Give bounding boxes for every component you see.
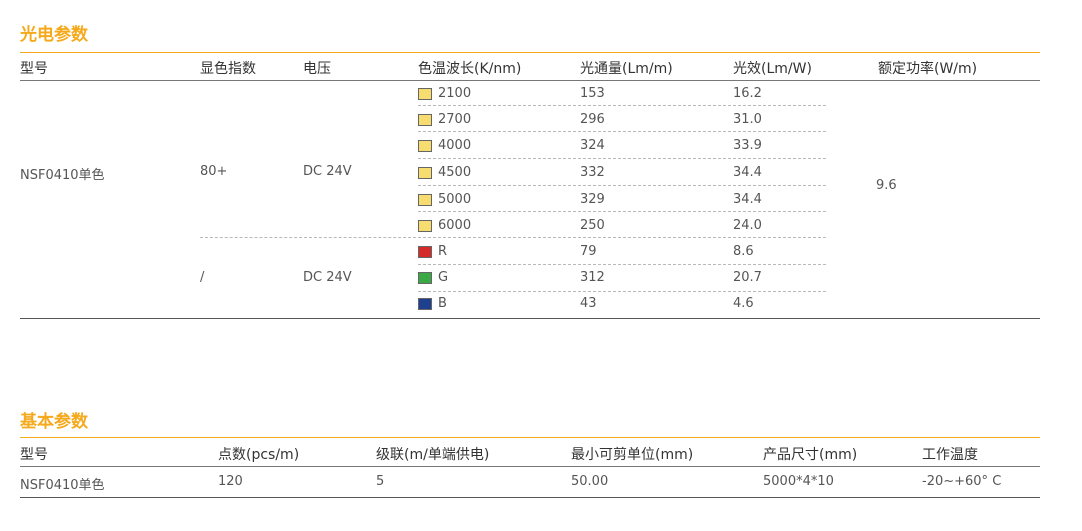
flux-cell: 250 bbox=[580, 218, 605, 233]
swatch-green-icon bbox=[418, 272, 432, 284]
flux-cell: 332 bbox=[580, 165, 605, 180]
flux-cell: 312 bbox=[580, 270, 605, 285]
swatch-warm-icon bbox=[418, 220, 432, 232]
row-divider bbox=[418, 158, 826, 159]
cct-cell: 4500 bbox=[438, 165, 472, 180]
voltage-cell-group1: DC 24V bbox=[303, 164, 352, 179]
header-flux: 光通量(Lm/m) bbox=[580, 61, 673, 77]
flux-cell: 296 bbox=[580, 112, 605, 127]
basic-table-bottom-rule bbox=[20, 497, 1040, 498]
photo-header-rule bbox=[20, 80, 1040, 81]
photo-section-title: 光电参数 bbox=[20, 25, 88, 45]
cct-cell: 4000 bbox=[438, 138, 472, 153]
row-divider bbox=[418, 185, 826, 186]
basic-temp-cell: -20~+60° C bbox=[922, 474, 1002, 489]
header-power: 额定功率(W/m) bbox=[878, 61, 978, 77]
efficacy-cell: 4.6 bbox=[733, 296, 754, 311]
swatch-blue-icon bbox=[418, 298, 432, 310]
swatch-warm-icon bbox=[418, 194, 432, 206]
basic-model-cell: NSF0410单色 bbox=[20, 478, 105, 493]
efficacy-cell: 33.9 bbox=[733, 138, 762, 153]
cri-cell-group1: 80+ bbox=[200, 164, 228, 179]
header-cri: 显色指数 bbox=[200, 61, 256, 77]
basic-cascade-cell: 5 bbox=[376, 474, 385, 489]
basic-header-model: 型号 bbox=[20, 447, 48, 463]
basic-header-cascade: 级联(m/单端供电) bbox=[376, 447, 490, 463]
basic-section-title: 基本参数 bbox=[20, 412, 88, 432]
efficacy-cell: 31.0 bbox=[733, 112, 762, 127]
cct-cell: 2100 bbox=[438, 86, 472, 101]
swatch-warm-icon bbox=[418, 140, 432, 152]
header-voltage: 电压 bbox=[303, 61, 331, 77]
header-cct: 色温波长(K/nm) bbox=[418, 61, 522, 77]
model-cell: NSF0410单色 bbox=[20, 168, 105, 183]
efficacy-cell: 8.6 bbox=[733, 244, 754, 259]
flux-cell: 79 bbox=[580, 244, 597, 259]
efficacy-cell: 24.0 bbox=[733, 218, 762, 233]
cct-cell: 5000 bbox=[438, 192, 472, 207]
basic-section-top-rule bbox=[20, 437, 1040, 438]
cct-cell: G bbox=[438, 270, 449, 285]
voltage-cell-group2: DC 24V bbox=[303, 270, 352, 285]
basic-header-temp: 工作温度 bbox=[922, 447, 978, 463]
header-efficacy: 光效(Lm/W) bbox=[733, 61, 812, 77]
efficacy-cell: 34.4 bbox=[733, 192, 762, 207]
efficacy-cell: 20.7 bbox=[733, 270, 762, 285]
swatch-warm-icon bbox=[418, 88, 432, 100]
row-divider bbox=[418, 105, 826, 106]
basic-min-cut-cell: 50.00 bbox=[571, 474, 609, 489]
basic-size-cell: 5000*4*10 bbox=[763, 474, 834, 489]
cct-cell: 2700 bbox=[438, 112, 472, 127]
cct-cell: 6000 bbox=[438, 218, 472, 233]
photo-section-top-rule bbox=[20, 52, 1040, 53]
flux-cell: 324 bbox=[580, 138, 605, 153]
cct-cell: R bbox=[438, 244, 448, 259]
basic-points-cell: 120 bbox=[218, 474, 243, 489]
row-divider bbox=[418, 237, 826, 238]
efficacy-cell: 16.2 bbox=[733, 86, 762, 101]
row-divider bbox=[418, 131, 826, 132]
flux-cell: 153 bbox=[580, 86, 605, 101]
basic-header-size: 产品尺寸(mm) bbox=[763, 447, 858, 463]
row-divider bbox=[418, 291, 826, 292]
swatch-warm-icon bbox=[418, 167, 432, 179]
swatch-red-icon bbox=[418, 246, 432, 258]
row-divider bbox=[418, 211, 826, 212]
efficacy-cell: 34.4 bbox=[733, 165, 762, 180]
power-cell: 9.6 bbox=[876, 178, 897, 193]
header-model: 型号 bbox=[20, 61, 48, 77]
basic-header-rule bbox=[20, 466, 1040, 467]
basic-header-points: 点数(pcs/m) bbox=[218, 447, 300, 463]
cri-cell-group2: / bbox=[200, 270, 205, 285]
photo-table-bottom-rule bbox=[20, 318, 1040, 319]
group-divider bbox=[200, 237, 416, 238]
swatch-warm-icon bbox=[418, 114, 432, 126]
flux-cell: 43 bbox=[580, 296, 597, 311]
basic-header-min-cut: 最小可剪单位(mm) bbox=[571, 447, 694, 463]
flux-cell: 329 bbox=[580, 192, 605, 207]
cct-cell: B bbox=[438, 296, 447, 311]
row-divider bbox=[418, 264, 826, 265]
